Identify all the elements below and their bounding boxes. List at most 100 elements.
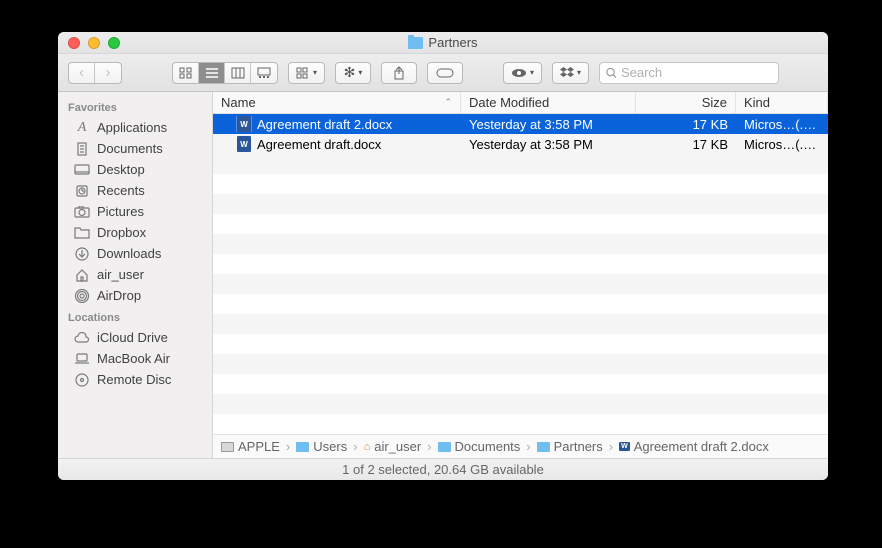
file-list[interactable]: Agreement draft 2.docxYesterday at 3:58 … bbox=[213, 114, 828, 434]
icon-view-button[interactable] bbox=[173, 63, 199, 83]
sidebar-item-macbook[interactable]: MacBook Air bbox=[58, 348, 212, 369]
search-field[interactable] bbox=[599, 62, 779, 84]
desktop-icon bbox=[74, 163, 90, 177]
sidebar-item-applications[interactable]: A Applications bbox=[58, 117, 212, 138]
gallery-view-button[interactable] bbox=[251, 63, 277, 83]
word-icon bbox=[237, 136, 251, 152]
sidebar-item-desktop[interactable]: Desktop bbox=[58, 159, 212, 180]
column-name[interactable]: Name⌃ bbox=[213, 92, 461, 113]
sidebar-item-pictures[interactable]: Pictures bbox=[58, 201, 212, 222]
file-size: 17 KB bbox=[636, 137, 736, 152]
path-label: Partners bbox=[554, 439, 603, 454]
empty-row bbox=[213, 394, 828, 414]
sidebar-header-favorites: Favorites bbox=[58, 96, 212, 117]
file-date: Yesterday at 3:58 PM bbox=[461, 117, 636, 132]
path-label: Users bbox=[313, 439, 347, 454]
path-separator: › bbox=[284, 439, 292, 454]
file-kind: Micros…(.docx bbox=[736, 137, 828, 152]
file-row[interactable]: Agreement draft.docx Yesterday at 3:58 PM… bbox=[213, 134, 828, 154]
path-item[interactable]: Users bbox=[296, 439, 347, 454]
column-headers: Name⌃ Date Modified Size Kind bbox=[213, 92, 828, 114]
sidebar-item-airuser[interactable]: air_user bbox=[58, 264, 212, 285]
nav-buttons: ‹ › bbox=[68, 62, 122, 84]
folder-icon bbox=[408, 37, 423, 49]
file-kind: Micros…(.docx bbox=[736, 117, 828, 132]
empty-row bbox=[213, 174, 828, 194]
sidebar-item-label: air_user bbox=[97, 267, 144, 282]
macbook-icon bbox=[74, 352, 90, 366]
column-kind[interactable]: Kind bbox=[736, 92, 828, 113]
sidebar-item-label: MacBook Air bbox=[97, 351, 170, 366]
path-separator: › bbox=[524, 439, 532, 454]
sidebar-item-label: Applications bbox=[97, 120, 167, 135]
file-date: Yesterday at 3:58 PM bbox=[461, 137, 636, 152]
empty-row bbox=[213, 314, 828, 334]
forward-button[interactable]: › bbox=[95, 63, 121, 83]
path-label: APPLE bbox=[238, 439, 280, 454]
path-item[interactable]: ⌂air_user bbox=[364, 439, 422, 454]
path-item[interactable]: APPLE bbox=[221, 439, 280, 454]
path-separator: › bbox=[351, 439, 359, 454]
search-input[interactable] bbox=[621, 65, 772, 80]
documents-icon bbox=[74, 142, 90, 156]
zoom-button[interactable] bbox=[108, 37, 120, 49]
word-icon bbox=[237, 116, 251, 132]
path-item[interactable]: WAgreement draft 2.docx bbox=[619, 439, 769, 454]
finder-window: Partners ‹ › ▾ ✻▾ ▾ ▾ Favorites A Applica… bbox=[58, 32, 828, 480]
empty-row bbox=[213, 294, 828, 314]
file-name: Agreement draft.docx bbox=[257, 137, 381, 152]
sidebar-item-documents[interactable]: Documents bbox=[58, 138, 212, 159]
view-switcher bbox=[172, 62, 278, 84]
path-separator: › bbox=[607, 439, 615, 454]
empty-row bbox=[213, 374, 828, 394]
empty-row bbox=[213, 194, 828, 214]
sidebar-item-label: AirDrop bbox=[97, 288, 141, 303]
path-label: Agreement draft 2.docx bbox=[634, 439, 769, 454]
sidebar-item-label: Documents bbox=[97, 141, 163, 156]
column-size[interactable]: Size bbox=[636, 92, 736, 113]
file-list-area: Name⌃ Date Modified Size Kind Agreement … bbox=[213, 92, 828, 458]
share-button[interactable] bbox=[381, 62, 417, 84]
sidebar-item-dropbox[interactable]: Dropbox bbox=[58, 222, 212, 243]
sidebar-item-label: Pictures bbox=[97, 204, 144, 219]
recents-icon bbox=[74, 184, 90, 198]
path-item[interactable]: Documents bbox=[438, 439, 521, 454]
column-date[interactable]: Date Modified bbox=[461, 92, 636, 113]
toolbar: ‹ › ▾ ✻▾ ▾ ▾ bbox=[58, 54, 828, 92]
sidebar-item-label: Remote Disc bbox=[97, 372, 171, 387]
window-title: Partners bbox=[58, 35, 828, 50]
traffic-lights bbox=[58, 37, 120, 49]
remote-icon bbox=[74, 373, 90, 387]
sidebar-item-downloads[interactable]: Downloads bbox=[58, 243, 212, 264]
back-button[interactable]: ‹ bbox=[69, 63, 95, 83]
empty-row bbox=[213, 254, 828, 274]
empty-row bbox=[213, 354, 828, 374]
sidebar-item-recents[interactable]: Recents bbox=[58, 180, 212, 201]
tags-button[interactable] bbox=[427, 62, 463, 84]
path-bar: APPLE›Users›⌂air_user›Documents›Partners… bbox=[213, 434, 828, 458]
file-row[interactable]: Agreement draft 2.docxYesterday at 3:58 … bbox=[213, 114, 828, 134]
search-icon bbox=[606, 67, 617, 79]
list-view-button[interactable] bbox=[199, 63, 225, 83]
path-item[interactable]: Partners bbox=[537, 439, 603, 454]
sidebar-item-airdrop[interactable]: AirDrop bbox=[58, 285, 212, 306]
airdrop-icon bbox=[74, 289, 90, 303]
status-bar: 1 of 2 selected, 20.64 GB available bbox=[58, 458, 828, 480]
pictures-icon bbox=[74, 205, 90, 219]
empty-row bbox=[213, 154, 828, 174]
column-view-button[interactable] bbox=[225, 63, 251, 83]
applications-icon: A bbox=[74, 121, 90, 135]
empty-row bbox=[213, 234, 828, 254]
minimize-button[interactable] bbox=[88, 37, 100, 49]
action-button[interactable]: ✻▾ bbox=[335, 62, 371, 84]
arrange-button[interactable]: ▾ bbox=[288, 62, 325, 84]
path-separator: › bbox=[425, 439, 433, 454]
sidebar-item-icloud[interactable]: iCloud Drive bbox=[58, 327, 212, 348]
empty-row bbox=[213, 214, 828, 234]
sidebar-item-remote[interactable]: Remote Disc bbox=[58, 369, 212, 390]
empty-row bbox=[213, 274, 828, 294]
close-button[interactable] bbox=[68, 37, 80, 49]
icloud-icon bbox=[74, 331, 90, 345]
dropbox-button[interactable]: ▾ bbox=[552, 62, 589, 84]
quicklook-button[interactable]: ▾ bbox=[503, 62, 542, 84]
